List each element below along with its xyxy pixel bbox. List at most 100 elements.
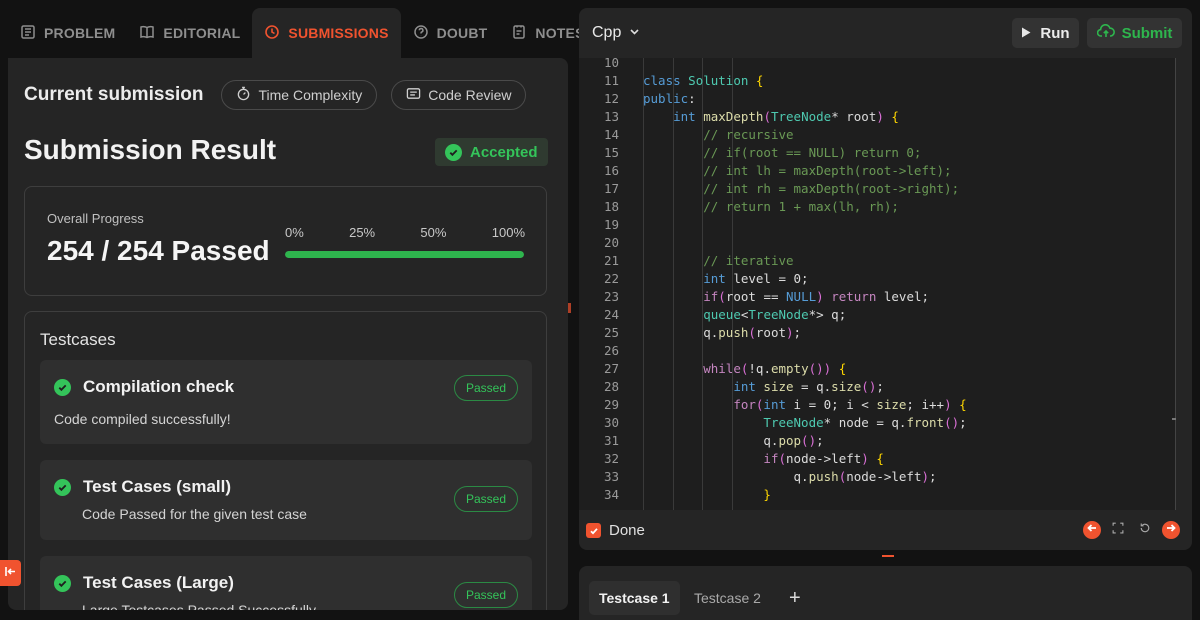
tab-label: NOTES: [535, 25, 585, 41]
tab-testcase-1[interactable]: Testcase 1: [589, 581, 680, 615]
code-text: public:: [643, 91, 696, 106]
code-line: 33 q.push(node->left);: [579, 468, 1176, 486]
next-button[interactable]: [1162, 521, 1180, 539]
code-line: 18 // return 1 + max(lh, rh);: [579, 198, 1176, 216]
line-number: 20: [603, 235, 619, 250]
code-text: queue<TreeNode*> q;: [703, 307, 847, 322]
progress-tick: 50%: [420, 225, 447, 240]
submit-button[interactable]: Submit: [1087, 18, 1182, 48]
status-badge: Accepted: [435, 138, 548, 166]
testcase-header: Compilation check: [54, 377, 234, 397]
tab-problem[interactable]: PROBLEM: [8, 8, 127, 58]
line-number: 34: [603, 487, 619, 502]
code-text: int level = 0;: [703, 271, 809, 286]
code-review-button[interactable]: Code Review: [391, 80, 527, 110]
add-testcase-icon[interactable]: +: [789, 587, 801, 610]
line-number: 32: [603, 451, 619, 466]
line-number: 33: [603, 469, 619, 484]
line-number: 17: [603, 181, 619, 196]
arrow-left-icon: [1086, 521, 1098, 539]
code-review-label: Code Review: [428, 87, 512, 103]
code-line: 24 queue<TreeNode*> q;: [579, 306, 1176, 324]
current-submission-row: Current submission Time Complexity Code …: [24, 80, 527, 110]
testcase-header: Test Cases (Large): [54, 573, 234, 593]
code-line: 27 while(!q.empty()) {: [579, 360, 1176, 378]
horizontal-resize-handle[interactable]: [882, 555, 894, 557]
line-number: 26: [603, 343, 619, 358]
line-number: 25: [603, 325, 619, 340]
done-label: Done: [609, 522, 645, 539]
fullscreen-button[interactable]: [1109, 521, 1127, 539]
vertical-resize-handle[interactable]: [568, 303, 571, 313]
code-line: 11 class Solution {: [579, 72, 1176, 90]
code-line: 32 if(node->left) {: [579, 450, 1176, 468]
line-number: 28: [603, 379, 619, 394]
done-checkbox[interactable]: Done: [586, 522, 645, 539]
tab-label: EDITORIAL: [163, 25, 241, 41]
progress-value: 254 / 254 Passed: [47, 235, 270, 266]
reset-button[interactable]: [1136, 521, 1154, 539]
reset-icon: [1139, 521, 1151, 539]
check-circle-icon: [54, 378, 71, 396]
tab-doubt[interactable]: DOUBT: [401, 8, 500, 58]
line-number: 21: [603, 253, 619, 268]
code-text: // int lh = maxDepth(root->left);: [703, 163, 952, 178]
code-line: 21 // iterative: [579, 252, 1176, 270]
progress-tick: 0%: [285, 225, 304, 240]
collapse-panel-button[interactable]: [0, 560, 21, 586]
code-text: // iterative: [703, 253, 794, 268]
passed-badge: Passed: [454, 582, 518, 608]
book-icon: [139, 24, 155, 43]
code-line: 25 q.push(root);: [579, 324, 1176, 342]
code-text: while(!q.empty()) {: [703, 361, 847, 376]
check-circle-icon: [54, 478, 71, 496]
line-number: 10: [603, 58, 619, 70]
tab-submissions[interactable]: SUBMISSIONS: [252, 8, 401, 58]
progress-bar-fill: [285, 251, 524, 258]
code-text: // if(root == NULL) return 0;: [703, 145, 922, 160]
code-text: q.pop();: [643, 433, 824, 448]
line-number: 19: [603, 217, 619, 232]
cloud-upload-icon: [1096, 24, 1115, 42]
progress-label: Overall Progress: [47, 211, 144, 226]
testcase-item: Test Cases (Large) Large Testcases Passe…: [40, 556, 532, 610]
tab-label: PROBLEM: [44, 25, 116, 41]
code-line: 30 TreeNode* node = q.front();: [579, 414, 1176, 432]
code-line: 17 // int rh = maxDepth(root->right);: [579, 180, 1176, 198]
run-button[interactable]: Run: [1012, 18, 1079, 48]
time-complexity-label: Time Complexity: [258, 87, 363, 103]
tab-testcase-2[interactable]: Testcase 2: [684, 581, 771, 615]
code-text: class Solution {: [643, 73, 764, 88]
code-line: 14 // recursive: [579, 126, 1176, 144]
code-line: 28 int size = q.size();: [579, 378, 1176, 396]
line-number: 27: [603, 361, 619, 376]
code-review-icon: [406, 86, 421, 104]
code-text: if(root == NULL) return level;: [703, 289, 930, 304]
testcase-desc: Code Passed for the given test case: [82, 506, 307, 522]
time-complexity-button[interactable]: Time Complexity: [221, 80, 378, 110]
code-line: 20: [579, 234, 1176, 252]
problem-icon: [20, 24, 36, 43]
previous-button[interactable]: [1083, 521, 1101, 539]
code-line: 13 int maxDepth(TreeNode* root) {: [579, 108, 1176, 126]
tab-editorial[interactable]: EDITORIAL: [127, 8, 252, 58]
progress-tick: 100%: [491, 225, 525, 240]
clock-icon: [264, 24, 280, 43]
notes-icon: [511, 24, 527, 43]
line-number: 13: [603, 109, 619, 124]
passed-badge: Passed: [454, 486, 518, 512]
progress-bar: [285, 251, 524, 258]
left-pane: PROBLEM EDITORIAL SUBMISSIONS DOUBT NOTE…: [0, 0, 584, 620]
code-editor[interactable]: 10 11 class Solution {12 public: 13 int maxD…: [579, 58, 1176, 510]
testcases-card: Testcases Compilation check Code compile…: [24, 311, 547, 610]
code-text: // return 1 + max(lh, rh);: [703, 199, 899, 214]
arrow-right-icon: [1165, 521, 1177, 539]
code-line: 29 for(int i = 0; i < size; i++) {: [579, 396, 1176, 414]
submission-panel: Current submission Time Complexity Code …: [8, 58, 568, 610]
code-line: 10: [579, 58, 1176, 72]
app-root: PROBLEM EDITORIAL SUBMISSIONS DOUBT NOTE…: [0, 0, 1200, 620]
check-circle-icon: [445, 143, 462, 161]
problem-tabs: PROBLEM EDITORIAL SUBMISSIONS DOUBT NOTE…: [8, 8, 584, 58]
language-select[interactable]: Cpp: [592, 24, 640, 42]
testcase-panel: Testcase 1 Testcase 2 +: [579, 566, 1192, 620]
